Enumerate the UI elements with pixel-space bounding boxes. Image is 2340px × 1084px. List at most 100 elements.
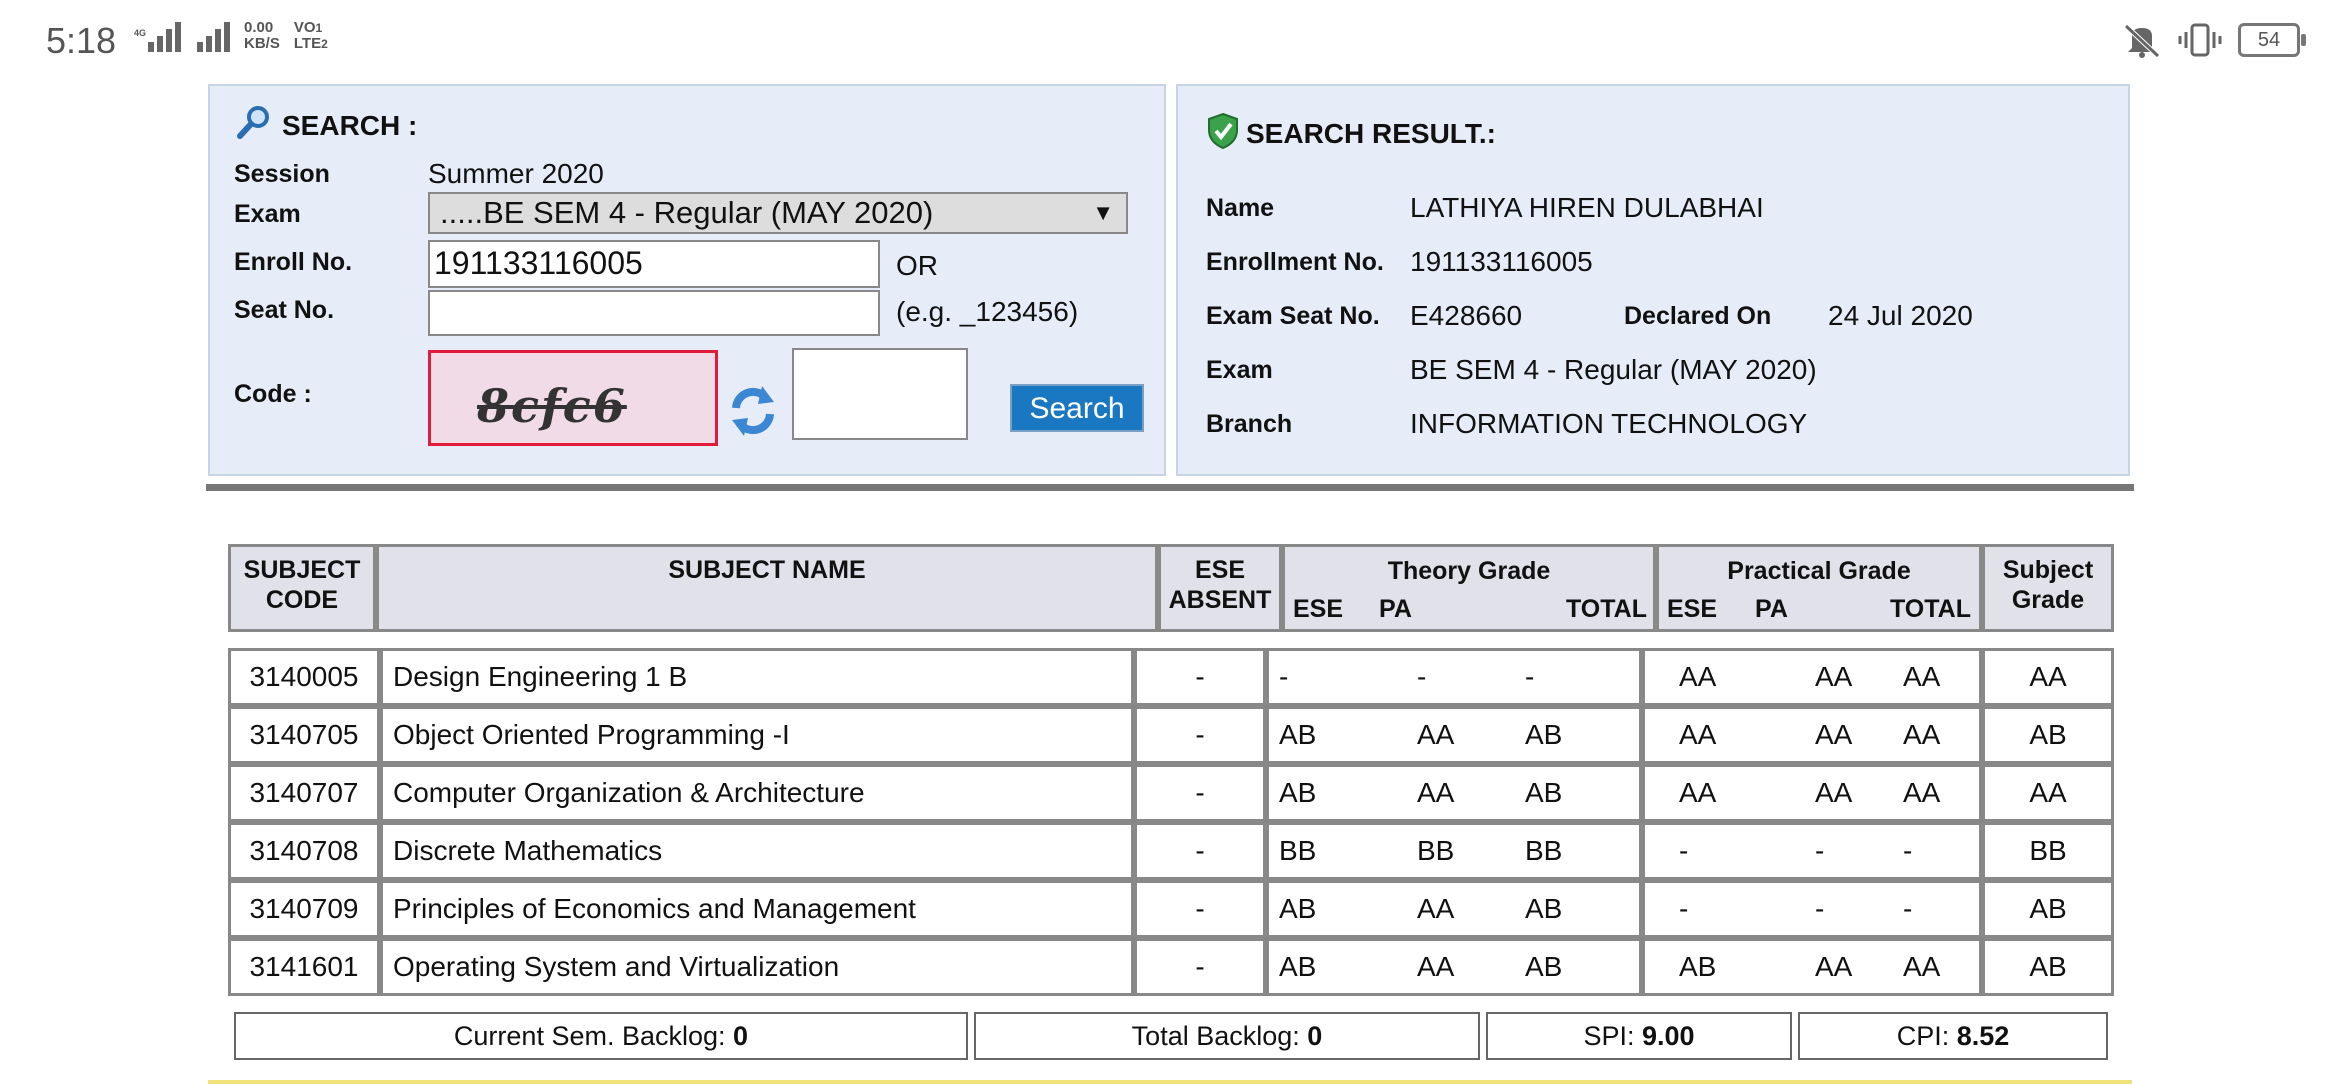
subheader-ese: ESE — [1667, 595, 1718, 623]
cell-code: 3140707 — [228, 764, 380, 822]
shield-check-icon — [1208, 112, 1238, 150]
header-subject-name: SUBJECT NAME — [376, 544, 1158, 632]
practical-ese: - — [1679, 835, 1689, 866]
practical-ese: AA — [1679, 661, 1717, 692]
sim1-number: 1 — [315, 21, 323, 35]
cell-ese-absent: - — [1134, 938, 1266, 996]
volte-sim2: LTE2 — [294, 36, 328, 52]
bottom-border — [208, 1080, 2132, 1084]
cell-theory: AB AA AB — [1266, 764, 1642, 822]
theory-ese: - — [1279, 661, 1289, 692]
name-value: LATHIYA HIREN DULABHAI — [1410, 192, 1764, 223]
cell-ese-absent: - — [1134, 706, 1266, 764]
result-panel: SEARCH RESULT.: Name LATHIYA HIREN DULAB… — [1176, 84, 2130, 476]
theory-ese: AB — [1279, 951, 1317, 982]
or-text: OR — [896, 250, 938, 281]
spi-value: 9.00 — [1641, 1021, 1695, 1051]
cell-theory: AB AA AB — [1266, 938, 1642, 996]
theory-total: AB — [1525, 777, 1563, 808]
practical-total: AA — [1903, 661, 1941, 692]
subject-name: Principles of Economics and Management — [393, 893, 916, 924]
seat-no-value: E428660 — [1410, 300, 1523, 331]
subject-grade: AB — [2029, 893, 2067, 924]
practical-pa: AA — [1815, 661, 1853, 692]
cell-grade: AB — [1982, 706, 2114, 764]
subject-code: 3140707 — [249, 777, 359, 808]
status-bar: 5:18 4G 0.00 KB/S VO1 LTE2 54 — [0, 0, 2340, 84]
code-label: Code : — [234, 380, 312, 408]
header-text: ESE — [1194, 556, 1246, 584]
cell-practical: --- — [1642, 822, 1982, 880]
theory-total: - — [1525, 661, 1535, 692]
cell-name: Design Engineering 1 B — [380, 648, 1134, 706]
captcha-text: 8cfc6 — [477, 379, 627, 433]
session-value: Summer 2020 — [428, 158, 604, 189]
practical-ese: AA — [1679, 777, 1717, 808]
header-practical-grade: Practical Grade ESE PA TOTAL — [1656, 544, 1982, 632]
cell-name: Discrete Mathematics — [380, 822, 1134, 880]
seat-hint: (e.g. _123456) — [896, 296, 1079, 327]
cell-ese-absent: - — [1134, 822, 1266, 880]
cell-name: Principles of Economics and Management — [380, 880, 1134, 938]
seat-input[interactable] — [428, 290, 880, 336]
cell-grade: AB — [1982, 938, 2114, 996]
subject-code: 3141601 — [249, 951, 359, 982]
cell-theory: AB AA AB — [1266, 880, 1642, 938]
theory-ese: AB — [1279, 893, 1317, 924]
status-icons-right: 54 — [2122, 22, 2306, 58]
header-text: SUBJECT — [243, 556, 361, 584]
refresh-icon[interactable] — [728, 384, 778, 438]
theory-ese: AB — [1279, 777, 1317, 808]
cell-theory: BB BB BB — [1266, 822, 1642, 880]
subject-grade: BB — [2029, 835, 2067, 866]
theory-total: AB — [1525, 719, 1563, 750]
cell-code: 3140709 — [228, 880, 380, 938]
practical-total: AA — [1903, 777, 1941, 808]
header-text: Practical Grade — [1727, 557, 1911, 585]
captcha-input[interactable] — [792, 348, 968, 440]
cell-grade: AB — [1982, 880, 2114, 938]
practical-ese: - — [1679, 893, 1689, 924]
ese-absent-value: - — [1195, 951, 1205, 982]
ese-absent-value: - — [1195, 777, 1205, 808]
theory-ese: BB — [1279, 835, 1317, 866]
search-button[interactable]: Search — [1010, 384, 1144, 432]
session-label: Session — [234, 160, 330, 188]
subheader-ese: ESE — [1293, 595, 1344, 623]
result-title: SEARCH RESULT.: — [1246, 118, 1496, 149]
theory-ese: AB — [1279, 719, 1317, 750]
theory-pa: AA — [1417, 951, 1455, 982]
subject-code: 3140705 — [249, 719, 359, 750]
theory-pa: AA — [1417, 719, 1455, 750]
subheader-total: TOTAL — [1565, 595, 1647, 623]
signal-icon — [148, 20, 182, 52]
cell-ese-absent: - — [1134, 764, 1266, 822]
volte-sim1: VO1 — [294, 20, 328, 36]
subject-grade: AA — [2029, 777, 2067, 808]
header-subject-code: SUBJECT CODE — [228, 544, 376, 632]
header-ese-absent: ESE ABSENT — [1158, 544, 1282, 632]
name-label: Name — [1206, 194, 1275, 222]
volte-indicator: VO1 LTE2 — [294, 20, 328, 52]
network-speed: 0.00 KB/S — [244, 20, 280, 52]
exam-label: Exam — [234, 200, 301, 228]
cell-ese-absent: - — [1134, 880, 1266, 938]
exam-selected-value: .....BE SEM 4 - Regular (MAY 2020) — [440, 195, 934, 230]
theory-total: AB — [1525, 951, 1563, 982]
subheader-pa: PA — [1379, 595, 1412, 623]
spi-box: SPI: 9.00 — [1486, 1012, 1792, 1060]
theory-pa: AA — [1417, 893, 1455, 924]
exam-select[interactable]: .....BE SEM 4 - Regular (MAY 2020) ▼ — [428, 192, 1128, 234]
current-backlog-label: Current Sem. Backlog: — [453, 1021, 726, 1051]
cell-name: Computer Organization & Architecture — [380, 764, 1134, 822]
subject-name: Design Engineering 1 B — [393, 661, 688, 692]
cell-theory: AB AA AB — [1266, 706, 1642, 764]
header-text: Subject — [2002, 556, 2094, 584]
subject-grade: AA — [2029, 661, 2067, 692]
theory-total: BB — [1525, 835, 1563, 866]
battery-icon: 54 — [2238, 23, 2306, 57]
cell-code: 3140705 — [228, 706, 380, 764]
enroll-input[interactable]: 191133116005 — [428, 240, 880, 288]
dropdown-arrow-icon: ▼ — [1092, 200, 1114, 225]
spi-label: SPI: — [1583, 1021, 1635, 1051]
